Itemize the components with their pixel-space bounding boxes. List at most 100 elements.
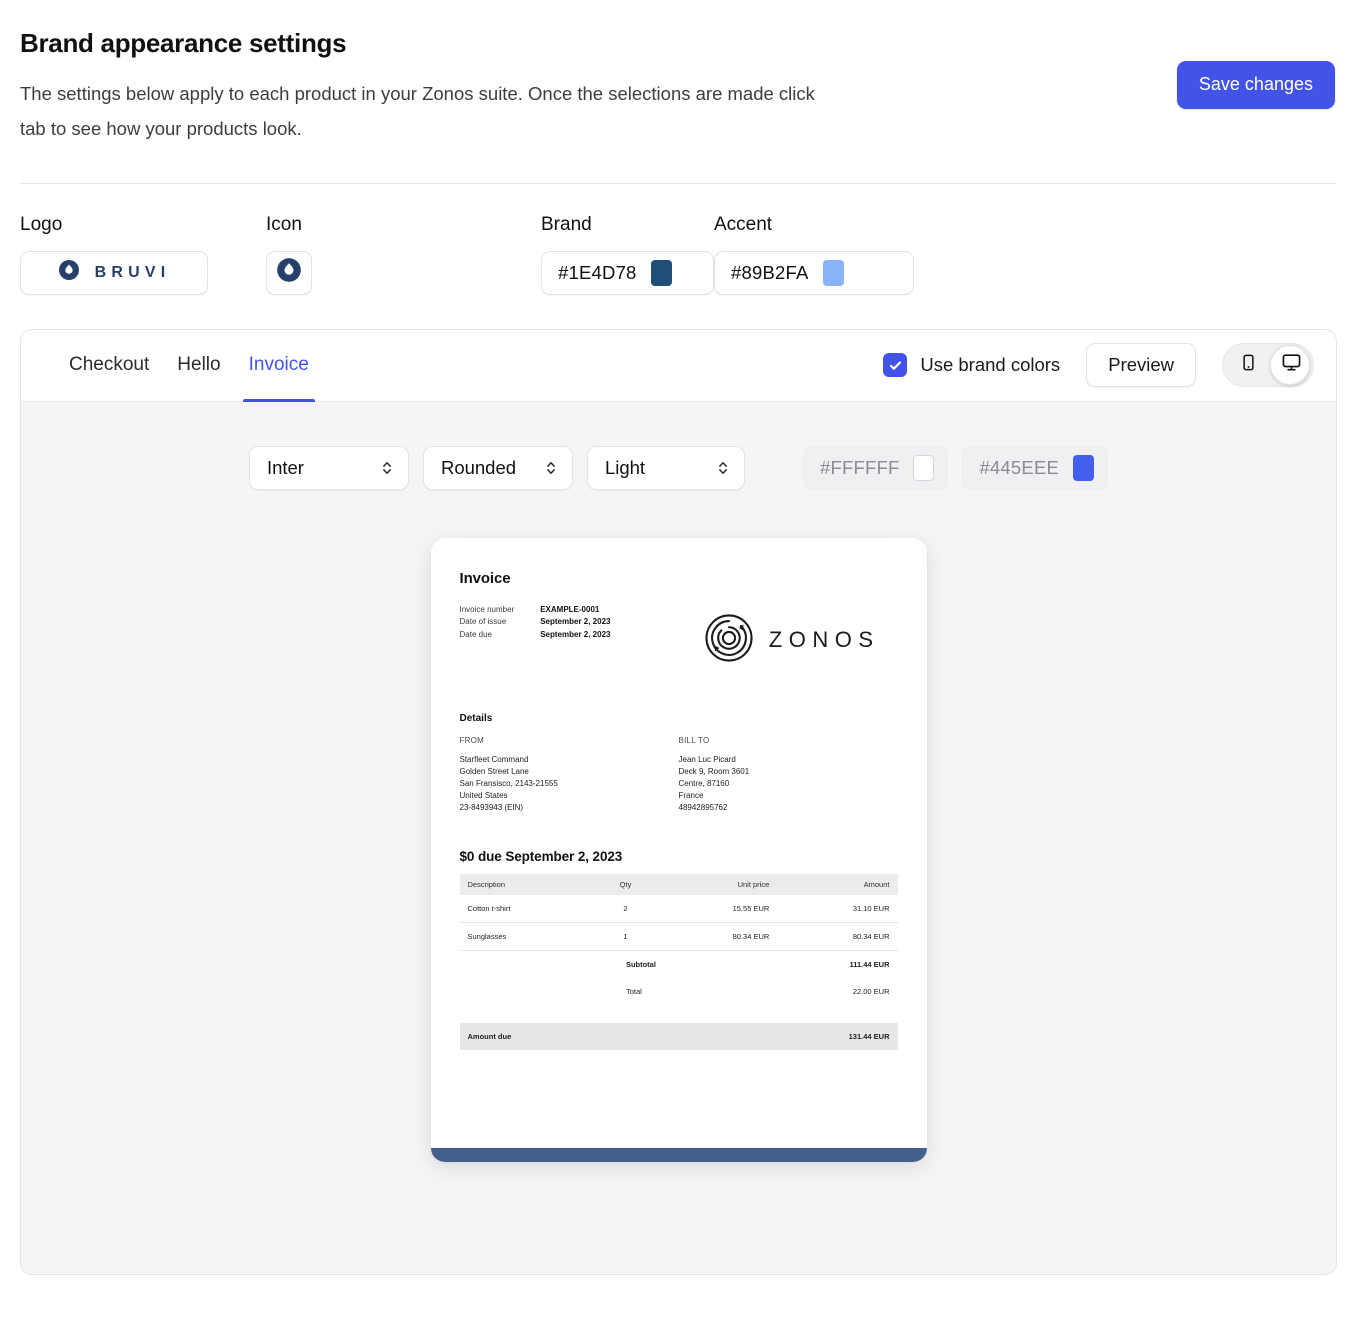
brand-assets-row: Logo BRUVI Icon Brand #1E4D78 Accent #89… — [20, 214, 1337, 295]
invoice-document: Invoice Invoice number EXAMPLE-0001 Date… — [430, 537, 927, 1162]
preview-button[interactable]: Preview — [1086, 343, 1196, 388]
table-row: Cotton t-shirt 2 15.55 EUR 31.10 EUR — [459, 894, 898, 923]
style-controls-row: Inter Rounded Light #FFFFFF #445EEE — [21, 402, 1336, 490]
invoice-from-block: FROM Starfleet Command Golden Street Lan… — [460, 736, 679, 814]
background-color-input: #FFFFFF — [802, 445, 949, 490]
brand-color-label: Brand — [541, 213, 592, 235]
invoice-amount-due-row: Amount due 131.44 EUR — [459, 1022, 898, 1050]
invoice-totals-spacer — [460, 1005, 898, 1023]
invoice-total-value: 22.00 EUR — [852, 986, 890, 996]
preview-body: Inter Rounded Light #FFFFFF #445EEE Invo… — [21, 401, 1336, 1274]
invoice-cell-amount: 31.10 EUR — [777, 894, 898, 923]
invoice-meta-value: EXAMPLE-0001 — [540, 604, 600, 614]
table-row: Sunglasses 1 80.34 EUR 80.34 EUR — [459, 922, 898, 951]
invoice-billto-line: Jean Luc Picard — [678, 754, 736, 764]
brand-color-input[interactable]: #1E4D78 — [541, 250, 714, 295]
background-color-value: #FFFFFF — [819, 456, 900, 478]
invoice-table-header-row: Description Qty Unit price Amount — [459, 873, 898, 895]
invoice-meta-key: Invoice number — [459, 604, 515, 614]
invoice-billto-line: France — [678, 790, 704, 800]
accent-preview-color-input: #445EEE — [962, 445, 1109, 490]
save-changes-button[interactable]: Save changes — [1176, 61, 1335, 109]
invoice-details-heading: Details — [459, 712, 493, 724]
invoice-cell-description: Cotton t-shirt — [459, 894, 594, 923]
invoice-amount-due-label: Amount due — [459, 1022, 679, 1050]
accent-color-label: Accent — [714, 213, 773, 235]
mobile-icon — [1239, 353, 1258, 377]
logo-preview[interactable]: BRUVI — [20, 250, 208, 295]
invoice-billto-line: Centre, 87160 — [678, 778, 730, 788]
invoice-meta-row: Invoice number EXAMPLE-0001 — [460, 604, 611, 617]
preview-toolbar: Use brand colors Preview — [883, 343, 1314, 388]
invoice-totals-table: Subtotal 111.44 EUR Total 22.00 EUR Amou… — [459, 951, 898, 1050]
invoice-col-description: Description — [459, 873, 594, 895]
icon-field-group: Icon — [266, 214, 541, 295]
font-select[interactable]: Inter — [248, 445, 409, 490]
zonos-brand-lockup: ZONOS — [703, 612, 880, 669]
brand-color-swatch[interactable] — [650, 259, 672, 286]
invoice-cell-description: Sunglasses — [459, 922, 594, 951]
theme-select-value: Light — [604, 456, 646, 478]
invoice-subtotal-label: Subtotal — [625, 959, 656, 969]
page-subtitle: The settings below apply to each product… — [20, 83, 815, 139]
icon-preview[interactable] — [266, 250, 312, 295]
invoice-billto-line: Deck 9, Room 3601 — [678, 766, 750, 776]
invoice-billto-block: BILL TO Jean Luc Picard Deck 9, Room 360… — [679, 736, 898, 814]
accent-color-value: #89B2FA — [731, 261, 809, 283]
theme-select[interactable]: Light — [586, 445, 745, 490]
invoice-cell-amount: 80.34 EUR — [777, 922, 898, 951]
invoice-from-line: Golden Street Lane — [459, 766, 529, 776]
accent-color-swatch[interactable] — [822, 259, 844, 286]
invoice-amount-due-heading: $0 due September 2, 2023 — [459, 848, 623, 864]
chevron-updown-icon — [716, 459, 730, 477]
accent-color-input[interactable]: #89B2FA — [714, 250, 914, 295]
invoice-meta-row: Date of issue September 2, 2023 — [460, 616, 611, 629]
background-color-swatch — [913, 454, 935, 481]
invoice-meta-row: Date due September 2, 2023 — [460, 629, 611, 642]
preview-panel: Checkout Hello Invoice Use brand colors … — [20, 328, 1337, 1275]
invoice-from-line: Starfleet Command — [459, 754, 529, 764]
invoice-total-label: Total — [625, 986, 642, 996]
font-select-value: Inter — [266, 456, 304, 478]
logo-wordmark: BRUVI — [94, 263, 171, 281]
logo-field-group: Logo BRUVI — [20, 214, 266, 295]
chevron-updown-icon — [380, 459, 394, 477]
brand-color-group: Brand #1E4D78 — [541, 214, 714, 295]
header-divider — [20, 182, 1337, 184]
desktop-icon — [1281, 352, 1302, 378]
invoice-meta-key: Date of issue — [459, 617, 507, 627]
invoice-cell-unit-price: 80.34 EUR — [657, 922, 778, 951]
bruvi-drop-icon — [276, 257, 302, 288]
invoice-meta-key: Date due — [459, 629, 492, 639]
device-mobile-button[interactable] — [1226, 346, 1270, 384]
invoice-document-wrapper: Invoice Invoice number EXAMPLE-0001 Date… — [21, 537, 1336, 1162]
tab-hello[interactable]: Hello — [163, 330, 234, 401]
zonos-logo-icon — [703, 612, 755, 669]
tab-invoice[interactable]: Invoice — [235, 330, 323, 402]
device-desktop-button[interactable] — [1270, 345, 1310, 386]
preview-tabbar: Checkout Hello Invoice Use brand colors … — [21, 329, 1336, 402]
invoice-total-row: Total 22.00 EUR — [460, 978, 898, 1005]
invoice-from-heading: FROM — [459, 735, 485, 745]
invoice-amount-due-value: 131.44 EUR — [678, 1022, 898, 1050]
invoice-parties: FROM Starfleet Command Golden Street Lan… — [460, 736, 898, 814]
brand-appearance-page: Brand appearance settings The settings b… — [0, 0, 1357, 1327]
invoice-from-line: 23-8493943 (EIN) — [459, 802, 524, 812]
chevron-updown-icon — [544, 459, 558, 477]
corners-select[interactable]: Rounded — [422, 445, 573, 490]
invoice-footer-bar — [430, 1147, 927, 1162]
use-brand-colors-toggle[interactable]: Use brand colors — [883, 353, 1061, 378]
accent-preview-color-value: #445EEE — [979, 456, 1060, 478]
checkbox-checked-icon[interactable] — [883, 353, 908, 378]
preview-tabs: Checkout Hello Invoice — [55, 330, 323, 402]
invoice-from-line: San Fransisco, 2143-21555 — [459, 778, 558, 788]
use-brand-colors-label: Use brand colors — [920, 354, 1061, 376]
icon-label: Icon — [266, 213, 302, 235]
page-header: Brand appearance settings The settings b… — [20, 0, 1337, 147]
invoice-line-items-table: Description Qty Unit price Amount Cotton… — [459, 873, 898, 951]
bruvi-drop-icon — [58, 259, 80, 286]
invoice-subtotal-value: 111.44 EUR — [849, 959, 890, 969]
tab-checkout[interactable]: Checkout — [55, 330, 163, 401]
invoice-subtotal-row: Subtotal 111.44 EUR — [460, 951, 898, 978]
accent-color-group: Accent #89B2FA — [714, 214, 914, 295]
